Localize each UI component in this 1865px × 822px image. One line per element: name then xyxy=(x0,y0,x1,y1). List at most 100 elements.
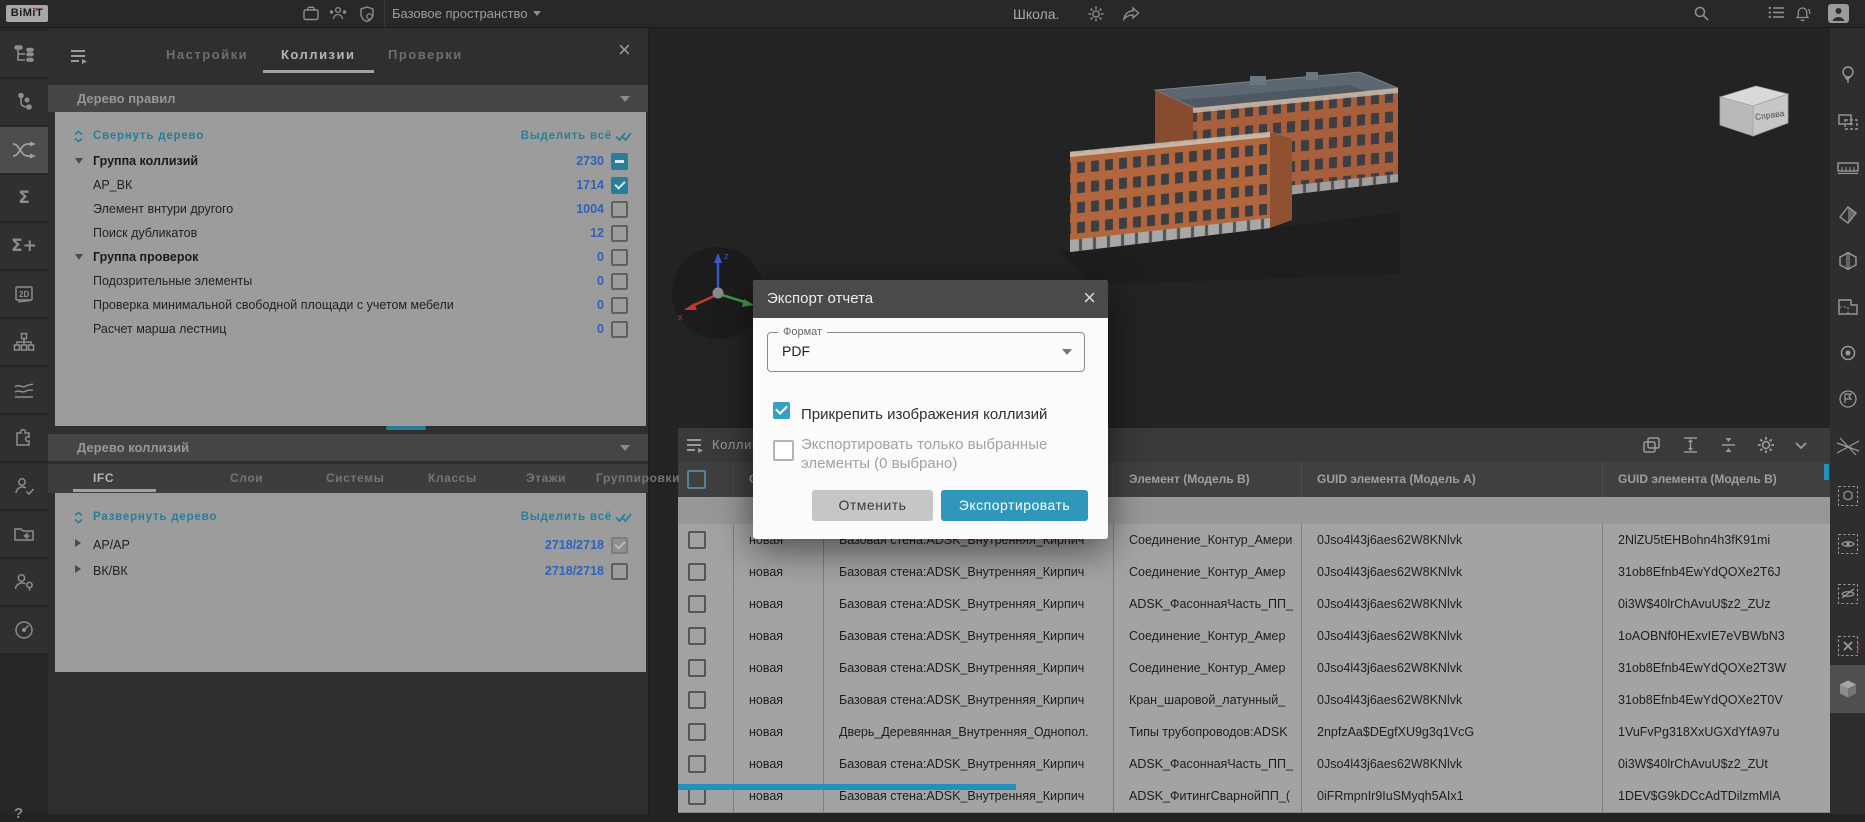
tree-row[interactable]: Группа коллизий 2730 xyxy=(55,149,646,173)
row-checkbox[interactable] xyxy=(688,531,706,549)
table-vertical-scrollbar[interactable] xyxy=(1824,464,1829,480)
collapse-tree-link[interactable]: Свернуть дерево xyxy=(93,130,204,142)
tree-checkbox[interactable] xyxy=(611,201,628,218)
show-elements-eye-icon[interactable] xyxy=(1837,533,1859,555)
format-chevron-down-icon[interactable] xyxy=(1062,349,1072,355)
panel-close-icon[interactable]: × xyxy=(618,39,631,61)
row-checkbox[interactable] xyxy=(688,755,706,773)
cancel-button[interactable]: Отменить xyxy=(812,490,933,521)
notifications-bell-icon[interactable] xyxy=(1793,5,1812,24)
building-model[interactable] xyxy=(1060,60,1400,285)
expand-tree-icon[interactable] xyxy=(73,511,84,524)
user-avatar[interactable] xyxy=(1828,4,1849,23)
workspace-chevron-down-icon[interactable] xyxy=(533,11,541,16)
tree-row[interactable]: Проверка минимальной свободной площади с… xyxy=(55,293,646,317)
tab-settings[interactable]: Настройки xyxy=(166,47,248,62)
tree-row[interactable]: АР/АР 2718/2718 xyxy=(55,533,646,557)
table-row[interactable]: новая Базовая стена:ADSK_Внутренняя_Кирп… xyxy=(678,652,1830,685)
collision-tree-header[interactable]: Дерево коллизий xyxy=(48,434,648,461)
floor-plan-icon[interactable] xyxy=(1837,297,1859,317)
view-cube[interactable]: Справа xyxy=(1710,78,1796,142)
tab-systems[interactable]: Системы xyxy=(326,471,384,485)
hide-elements-eye-slash-icon[interactable] xyxy=(1837,583,1859,605)
sidebar-summary-add-icon[interactable]: Σ+ xyxy=(0,223,48,269)
tree-checkbox[interactable] xyxy=(611,249,628,266)
sidebar-folder-share-icon[interactable] xyxy=(0,511,48,557)
team-icon[interactable] xyxy=(328,5,348,22)
chevron-down-icon[interactable] xyxy=(75,254,83,260)
sidebar-structure-tree-icon[interactable] xyxy=(0,31,48,77)
ruler-icon[interactable] xyxy=(1837,160,1859,174)
table-collapse-chevron-icon[interactable] xyxy=(1794,441,1808,450)
export-button[interactable]: Экспортировать xyxy=(941,490,1088,521)
tree-checkbox[interactable] xyxy=(611,153,628,170)
collapse-rows-icon[interactable] xyxy=(1720,436,1737,454)
tab-classes[interactable]: Классы xyxy=(428,471,477,485)
tree-row[interactable]: Группа проверок 0 xyxy=(55,245,646,269)
row-checkbox[interactable] xyxy=(688,595,706,613)
column-header-element-b[interactable]: Элемент (Модель B) xyxy=(1113,462,1301,497)
tree-checkbox[interactable] xyxy=(611,537,628,554)
row-height-icon[interactable] xyxy=(1682,436,1699,454)
tab-collisions[interactable]: Коллизии xyxy=(263,47,374,73)
tab-ifc[interactable]: IFC xyxy=(93,471,114,485)
tree-checkbox[interactable] xyxy=(611,225,628,242)
box-section-icon[interactable] xyxy=(1837,251,1859,271)
collapse-tree-icon[interactable] xyxy=(73,130,84,143)
select-all-check-icon[interactable] xyxy=(615,512,632,523)
table-row[interactable]: новая Дверь_Деревянная_Внутренняя_Однопо… xyxy=(678,716,1830,749)
app-logo[interactable]: BiMiT xyxy=(6,5,48,22)
tab-groupings[interactable]: Группировки xyxy=(596,471,680,485)
selection-frames-icon[interactable] xyxy=(1837,112,1859,132)
table-row[interactable]: новая Базовая стена:ADSK_Внутренняя_Кирп… xyxy=(678,556,1830,589)
clip-plane-icon[interactable] xyxy=(1837,205,1859,225)
select-all-check-icon[interactable] xyxy=(615,131,632,142)
attach-images-checkbox[interactable] xyxy=(773,402,790,419)
chevron-right-icon[interactable] xyxy=(75,539,81,547)
row-checkbox[interactable] xyxy=(688,627,706,645)
chevron-down-icon[interactable] xyxy=(75,158,83,164)
table-settings-gear-icon[interactable] xyxy=(1756,435,1776,455)
sidebar-summary-icon[interactable]: Σ xyxy=(0,175,48,221)
table-row[interactable]: новая Базовая стена:ADSK_Внутренняя_Кирп… xyxy=(678,588,1830,621)
sidebar-charts-icon[interactable] xyxy=(0,367,48,413)
clear-selection-icon[interactable] xyxy=(1837,635,1859,657)
select-all-link[interactable]: Выделить всё xyxy=(521,130,612,142)
tree-row[interactable]: АР_ВК 1714 xyxy=(55,173,646,197)
tree-row[interactable]: Подозрительные элементы 0 xyxy=(55,269,646,293)
table-horizontal-scrollbar[interactable] xyxy=(678,784,1016,790)
copy-icon[interactable] xyxy=(1642,436,1661,454)
chevron-right-icon[interactable] xyxy=(75,565,81,573)
tree-checkbox[interactable] xyxy=(611,297,628,314)
panel-resize-handle[interactable] xyxy=(386,426,426,430)
sidebar-user-location-icon[interactable] xyxy=(0,559,48,605)
sidebar-collisions-icon[interactable] xyxy=(0,127,48,173)
projects-briefcase-icon[interactable] xyxy=(302,5,320,22)
tab-layers[interactable]: Слои xyxy=(230,471,263,485)
sidebar-2d-docs-icon[interactable]: 2D xyxy=(0,271,48,317)
tasks-list-icon[interactable] xyxy=(1768,5,1785,20)
sidebar-org-structure-icon[interactable] xyxy=(0,319,48,365)
focus-target-icon[interactable] xyxy=(1838,343,1858,363)
row-checkbox[interactable] xyxy=(688,723,706,741)
tree-row[interactable]: Элемент внтури другого 1004 xyxy=(55,197,646,221)
row-checkbox[interactable] xyxy=(688,563,706,581)
tree-row[interactable]: ВК/ВК 2718/2718 xyxy=(55,559,646,583)
tab-checks[interactable]: Проверки xyxy=(388,47,463,62)
modal-close-icon[interactable]: × xyxy=(1083,287,1096,309)
sidebar-relations-icon[interactable] xyxy=(0,79,48,125)
tree-checkbox[interactable] xyxy=(611,321,628,338)
compare-axes-icon[interactable] xyxy=(1835,435,1861,457)
tree-checkbox[interactable] xyxy=(611,177,628,194)
panel-menu-icon[interactable] xyxy=(70,49,88,64)
tab-floors[interactable]: Этажи xyxy=(526,471,566,485)
search-icon[interactable] xyxy=(1693,5,1710,22)
share-icon[interactable] xyxy=(1122,5,1140,22)
expand-tree-link[interactable]: Развернуть дерево xyxy=(93,511,217,523)
column-header-guid-b[interactable]: GUID элемента (Модель B) xyxy=(1602,462,1830,497)
sidebar-plugins-puzzle-icon[interactable] xyxy=(0,415,48,461)
flag-marker-icon[interactable] xyxy=(1838,389,1858,409)
sidebar-user-check-icon[interactable] xyxy=(0,463,48,509)
environment-tree-icon[interactable] xyxy=(1838,65,1858,85)
workspace-selector[interactable]: Базовое пространство xyxy=(392,6,528,21)
